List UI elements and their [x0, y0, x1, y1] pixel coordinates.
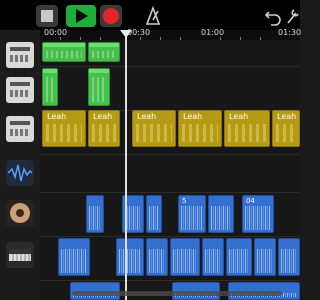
transport-bar [0, 0, 300, 30]
metronome-icon [145, 5, 161, 25]
stop-icon [41, 10, 53, 22]
region-label: Leah [137, 112, 157, 121]
track-headers [0, 30, 41, 300]
audio-region[interactable] [116, 238, 144, 276]
undo-button[interactable] [262, 5, 284, 27]
drum-machine-icon[interactable] [6, 116, 34, 142]
audio-region[interactable] [86, 195, 104, 233]
region-label: Leah [277, 112, 297, 121]
audio-region[interactable] [278, 238, 300, 276]
lead-region[interactable]: Leah [272, 110, 300, 147]
drum-region[interactable] [42, 68, 58, 106]
region-label: Leah [47, 112, 67, 121]
audio-region[interactable] [146, 195, 162, 233]
audio-region[interactable] [226, 238, 252, 276]
drum-region[interactable] [88, 42, 120, 62]
keyboard-icon[interactable] [6, 242, 34, 268]
metronome-button[interactable] [142, 5, 164, 27]
lead-region[interactable]: Leah [178, 110, 222, 147]
play-button[interactable] [66, 5, 96, 27]
drum-machine-icon[interactable] [6, 77, 34, 103]
lead-region[interactable]: Leah [88, 110, 120, 147]
region-label: Leah [93, 112, 113, 121]
region-label: 04 [246, 197, 255, 205]
audio-region[interactable] [146, 238, 168, 276]
audio-region[interactable]: 04 [242, 195, 274, 233]
drum-machine-icon[interactable] [6, 42, 34, 68]
waveform-icon[interactable] [6, 160, 34, 186]
ruler-label: 01:30 [278, 28, 302, 37]
audio-region[interactable] [170, 238, 200, 276]
region-label: Leah [183, 112, 203, 121]
track-lane [40, 154, 300, 193]
lead-region[interactable]: Leah [132, 110, 176, 147]
playhead[interactable] [125, 30, 127, 300]
settings-button[interactable] [284, 5, 300, 27]
audio-region[interactable] [58, 238, 90, 276]
horizontal-scrollbar[interactable] [72, 291, 282, 296]
audio-region[interactable] [254, 238, 276, 276]
lead-region[interactable]: Leah [42, 110, 86, 147]
playhead-handle[interactable] [120, 30, 132, 38]
wrench-icon [287, 9, 299, 24]
region-label: Leah [229, 112, 249, 121]
audio-region[interactable]: 5 [178, 195, 206, 233]
arrangement-area[interactable]: Leah Leah Leah Leah Leah Leah 5 04 [40, 40, 300, 300]
drum-region[interactable] [88, 68, 110, 106]
guitar-icon[interactable] [6, 200, 34, 226]
track-lane [40, 66, 300, 111]
play-icon [76, 9, 88, 23]
lead-region[interactable]: Leah [224, 110, 270, 147]
drum-region[interactable] [42, 42, 86, 62]
record-icon [103, 8, 119, 24]
audio-region[interactable] [208, 195, 234, 233]
stop-button[interactable] [36, 5, 58, 27]
region-label: 5 [182, 197, 187, 205]
ruler-label: 00:00 [44, 28, 68, 37]
undo-icon [264, 11, 281, 26]
audio-region[interactable] [202, 238, 224, 276]
record-button[interactable] [100, 5, 122, 27]
